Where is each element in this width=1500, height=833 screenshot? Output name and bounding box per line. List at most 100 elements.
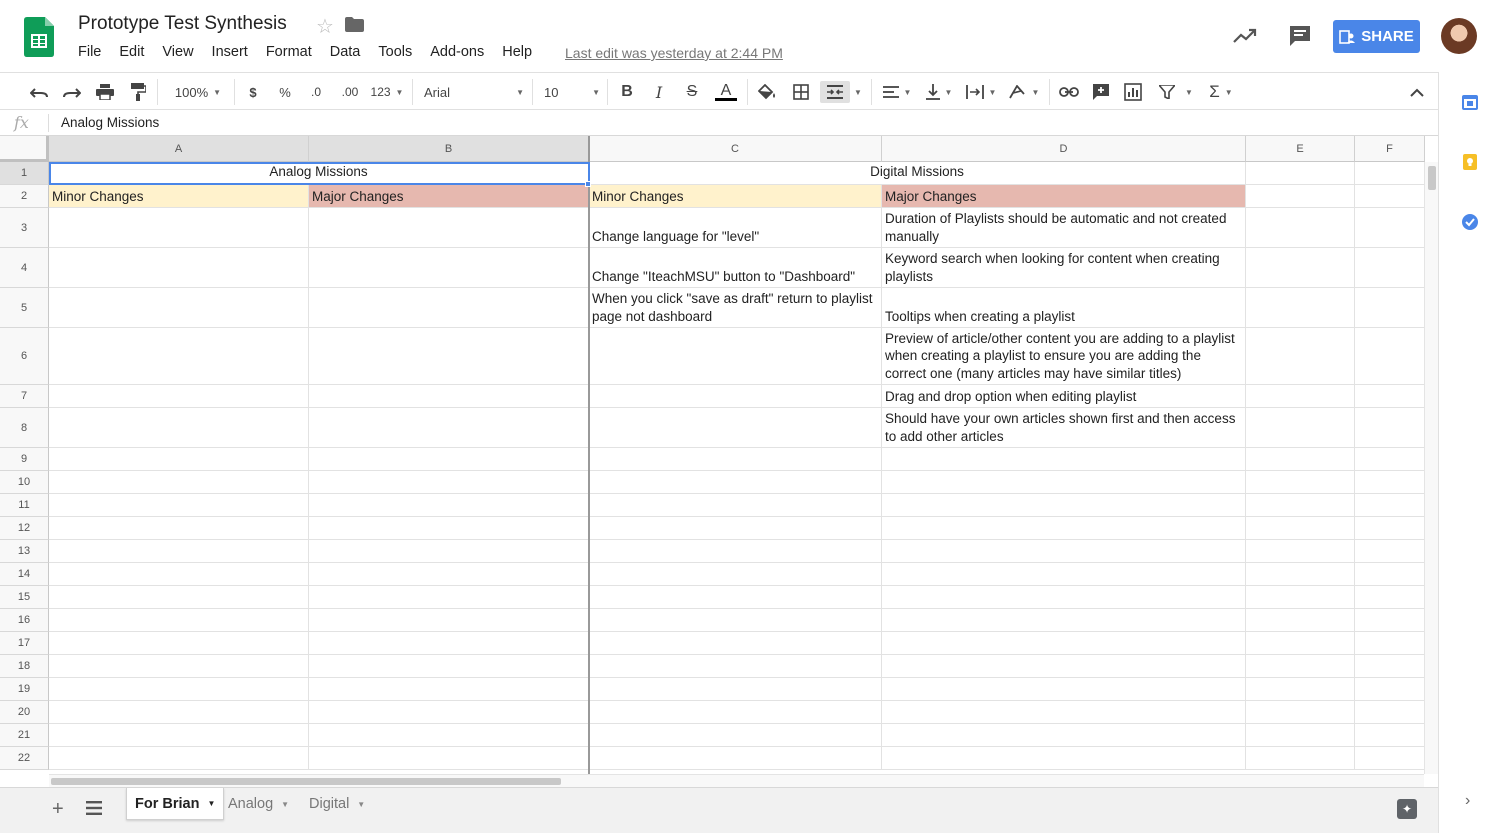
- row-header-19[interactable]: 19: [0, 678, 49, 701]
- cell-c17[interactable]: [589, 632, 882, 655]
- cell-a21[interactable]: [49, 724, 309, 747]
- row-header-17[interactable]: 17: [0, 632, 49, 655]
- cell-a15[interactable]: [49, 586, 309, 609]
- menu-file[interactable]: File: [78, 44, 101, 60]
- cell-d9[interactable]: [882, 448, 1246, 471]
- cell-e5[interactable]: [1246, 288, 1355, 328]
- cell-a19[interactable]: [49, 678, 309, 701]
- insert-link-icon[interactable]: [1058, 81, 1080, 103]
- cell-a6[interactable]: [49, 328, 309, 385]
- cell-d22[interactable]: [882, 747, 1246, 770]
- sheet-tab-for-brian[interactable]: For Brian ▼: [126, 788, 225, 820]
- row-header-8[interactable]: 8: [0, 408, 49, 448]
- cell-e19[interactable]: [1246, 678, 1355, 701]
- increase-decimal-button[interactable]: .00: [338, 81, 362, 103]
- cell-f6[interactable]: [1355, 328, 1425, 385]
- row-header-9[interactable]: 9: [0, 448, 49, 471]
- fill-handle[interactable]: [585, 181, 591, 187]
- horizontal-align-icon[interactable]: ▼: [880, 81, 914, 103]
- cell-f5[interactable]: [1355, 288, 1425, 328]
- cell-c21[interactable]: [589, 724, 882, 747]
- cell-a7[interactable]: [49, 385, 309, 408]
- cell-f19[interactable]: [1355, 678, 1425, 701]
- italic-button[interactable]: I: [648, 81, 670, 103]
- horizontal-scrollbar[interactable]: [49, 774, 1424, 787]
- cell-f15[interactable]: [1355, 586, 1425, 609]
- cell-a16[interactable]: [49, 609, 309, 632]
- cell-a18[interactable]: [49, 655, 309, 678]
- cell-d7[interactable]: Drag and drop option when editing playli…: [882, 385, 1246, 408]
- cell-d8[interactable]: Should have your own articles shown firs…: [882, 408, 1246, 448]
- cell-f11[interactable]: [1355, 494, 1425, 517]
- cell-d17[interactable]: [882, 632, 1246, 655]
- cell-a5[interactable]: [49, 288, 309, 328]
- cell-c15[interactable]: [589, 586, 882, 609]
- cell-b15[interactable]: [309, 586, 589, 609]
- percent-format-button[interactable]: %: [276, 81, 294, 103]
- cell-c18[interactable]: [589, 655, 882, 678]
- cell-f2[interactable]: [1355, 185, 1425, 208]
- text-rotation-icon[interactable]: ▼: [1006, 81, 1042, 103]
- star-icon[interactable]: ☆: [316, 14, 334, 39]
- add-sheet-icon[interactable]: +: [52, 798, 64, 821]
- all-sheets-icon[interactable]: [86, 801, 102, 815]
- cell-d16[interactable]: [882, 609, 1246, 632]
- cell-a13[interactable]: [49, 540, 309, 563]
- row-header-15[interactable]: 15: [0, 586, 49, 609]
- cell-b20[interactable]: [309, 701, 589, 724]
- column-header-c[interactable]: C: [589, 136, 882, 162]
- decrease-decimal-button[interactable]: .0: [305, 81, 327, 103]
- cell-d6[interactable]: Preview of article/other content you are…: [882, 328, 1246, 385]
- menu-help[interactable]: Help: [502, 44, 532, 60]
- cell-e15[interactable]: [1246, 586, 1355, 609]
- vertical-align-icon[interactable]: ▼: [922, 81, 956, 103]
- currency-format-button[interactable]: $: [244, 81, 262, 103]
- folder-icon[interactable]: [345, 17, 364, 32]
- merge-cells-icon[interactable]: [820, 81, 850, 103]
- cell-c2[interactable]: Minor Changes: [589, 185, 882, 208]
- paint-format-icon[interactable]: [127, 81, 149, 103]
- cell-b12[interactable]: [309, 517, 589, 540]
- column-header-e[interactable]: E: [1246, 136, 1355, 162]
- cell-e18[interactable]: [1246, 655, 1355, 678]
- cell-e16[interactable]: [1246, 609, 1355, 632]
- user-avatar[interactable]: [1441, 18, 1477, 54]
- row-header-21[interactable]: 21: [0, 724, 49, 747]
- cell-a8[interactable]: [49, 408, 309, 448]
- menu-edit[interactable]: Edit: [119, 44, 144, 60]
- cell-c4[interactable]: Change "IteachMSU" button to "Dashboard": [589, 248, 882, 288]
- cell-c20[interactable]: [589, 701, 882, 724]
- cell-d14[interactable]: [882, 563, 1246, 586]
- row-header-2[interactable]: 2: [0, 185, 49, 208]
- cell-d15[interactable]: [882, 586, 1246, 609]
- cell-d10[interactable]: [882, 471, 1246, 494]
- row-header-5[interactable]: 5: [0, 288, 49, 328]
- cell-b4[interactable]: [309, 248, 589, 288]
- cell-d21[interactable]: [882, 724, 1246, 747]
- filter-icon[interactable]: ▼: [1156, 81, 1196, 103]
- undo-icon[interactable]: [28, 81, 50, 103]
- explore-icon[interactable]: ✦: [1397, 799, 1417, 819]
- cell-b6[interactable]: [309, 328, 589, 385]
- cell-b10[interactable]: [309, 471, 589, 494]
- cell-a10[interactable]: [49, 471, 309, 494]
- sheet-tab-analog[interactable]: Analog ▼: [220, 788, 297, 820]
- comment-icon[interactable]: [1288, 24, 1312, 48]
- cell-c16[interactable]: [589, 609, 882, 632]
- vertical-scroll-thumb[interactable]: [1428, 166, 1436, 190]
- cell-a3[interactable]: [49, 208, 309, 248]
- text-color-button[interactable]: A: [714, 81, 738, 103]
- cell-e8[interactable]: [1246, 408, 1355, 448]
- zoom-select[interactable]: 100% ▼: [168, 81, 228, 103]
- cell-f20[interactable]: [1355, 701, 1425, 724]
- frozen-column-divider[interactable]: [588, 136, 590, 787]
- row-header-18[interactable]: 18: [0, 655, 49, 678]
- row-header-22[interactable]: 22: [0, 747, 49, 770]
- cell-a2[interactable]: Minor Changes: [49, 185, 309, 208]
- select-all-corner[interactable]: [0, 136, 49, 162]
- menu-insert[interactable]: Insert: [212, 44, 248, 60]
- cell-e6[interactable]: [1246, 328, 1355, 385]
- cell-b11[interactable]: [309, 494, 589, 517]
- menu-format[interactable]: Format: [266, 44, 312, 60]
- column-header-a[interactable]: A: [49, 136, 309, 162]
